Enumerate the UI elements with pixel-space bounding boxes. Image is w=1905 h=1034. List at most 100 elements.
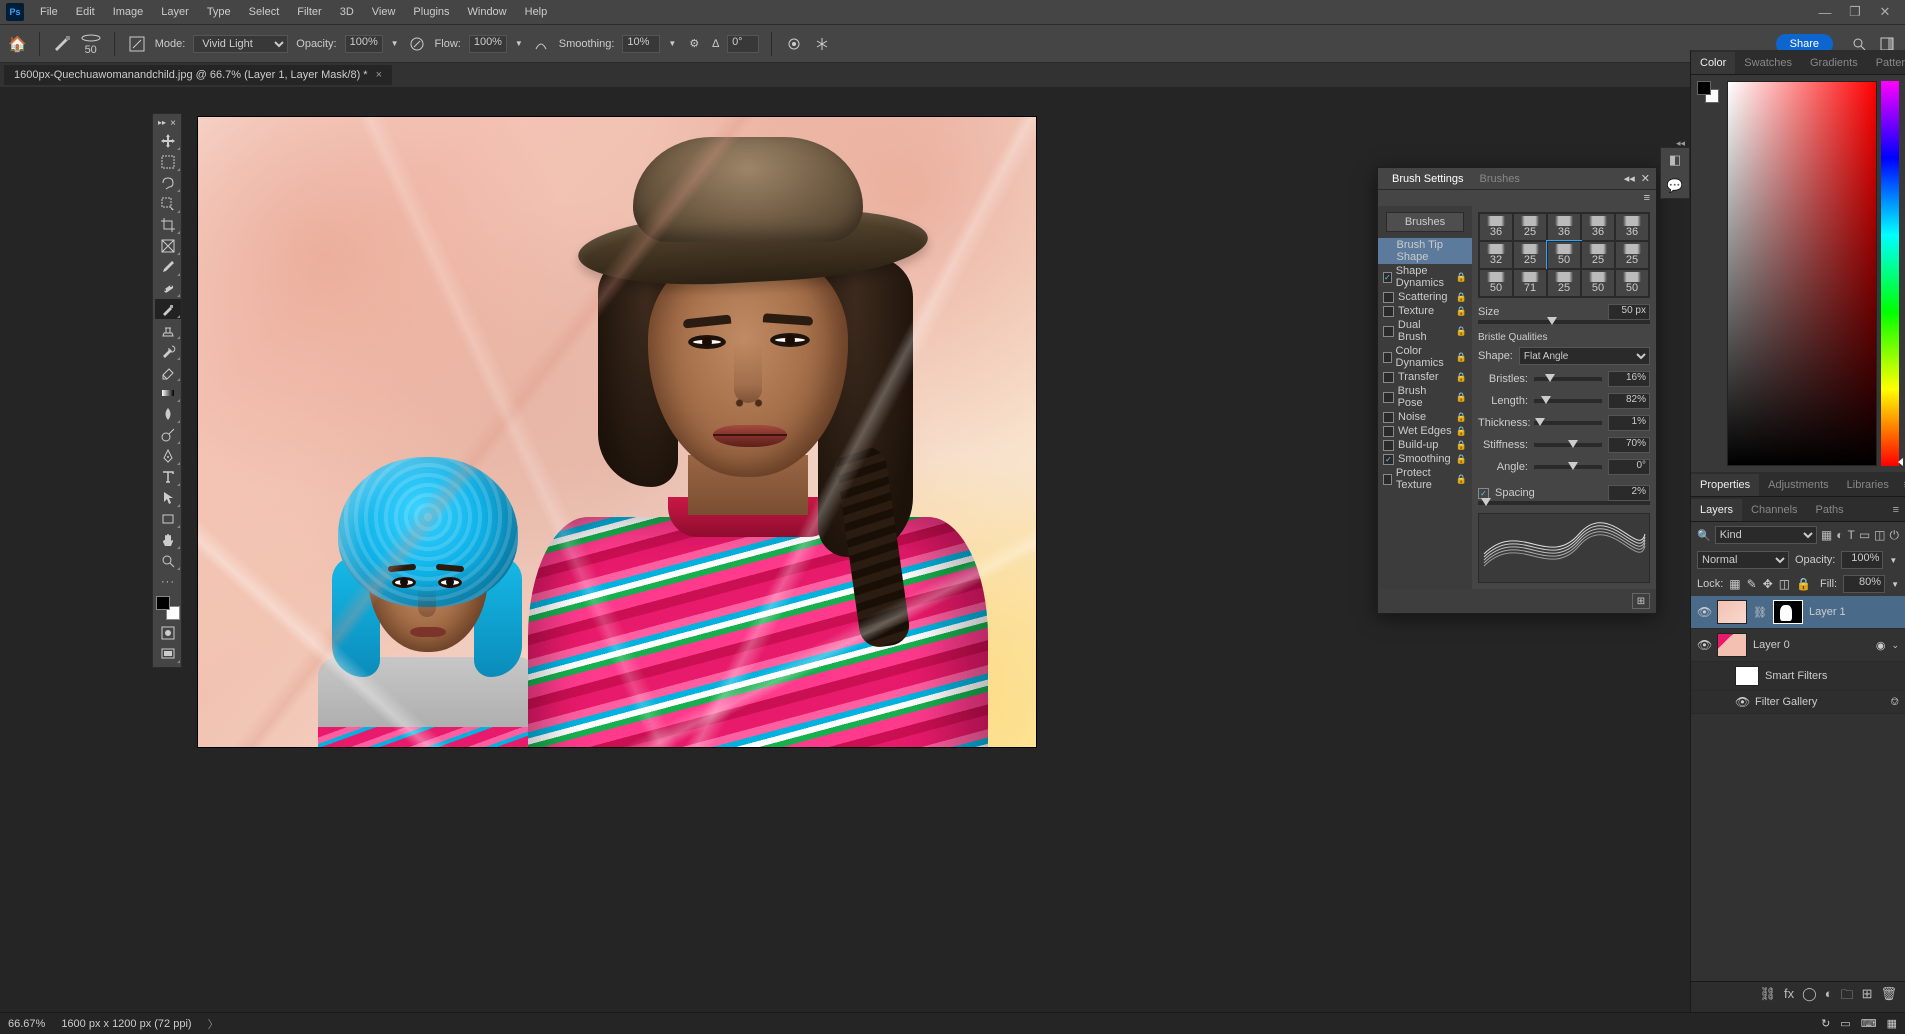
spacing-checkbox[interactable]: ✓	[1478, 488, 1489, 499]
toolbox-collapse-icon[interactable]: ▸▸	[158, 118, 166, 129]
spacing-value[interactable]: 2%	[1608, 485, 1650, 501]
window-close-button[interactable]: ✕	[1871, 1, 1899, 23]
flow-input[interactable]: 100%	[469, 35, 507, 53]
chevron-icon[interactable]: ⌄	[1891, 640, 1899, 651]
brush-settings-tab[interactable]: Brush Settings	[1384, 169, 1472, 189]
brushes-tab[interactable]: Brushes	[1472, 169, 1528, 189]
tab-channels[interactable]: Channels	[1742, 499, 1806, 521]
smart-filters-row[interactable]: Smart Filters	[1691, 662, 1905, 691]
type-tool[interactable]	[155, 467, 181, 487]
toolbox-close-icon[interactable]: ×	[170, 118, 176, 129]
menu-plugins[interactable]: Plugins	[405, 3, 457, 21]
filter-gallery-row[interactable]: 👁 Filter Gallery ⎊	[1691, 691, 1905, 714]
lock-all-icon[interactable]: 🔒	[1796, 577, 1811, 591]
zoom-tool[interactable]	[155, 551, 181, 571]
window-minimize-button[interactable]: —	[1811, 2, 1839, 23]
length-slider[interactable]	[1534, 399, 1602, 403]
collapsed-panel-icon[interactable]: ◧	[1669, 152, 1681, 168]
collapsed-panel-icon[interactable]: 💬	[1667, 178, 1683, 194]
mini-dock-expand-icon[interactable]: ◂◂	[1676, 138, 1685, 149]
bristles-slider[interactable]	[1534, 377, 1602, 381]
clone-stamp-tool[interactable]	[155, 320, 181, 340]
brush-size-slider[interactable]	[1478, 320, 1650, 324]
pressure-size-icon[interactable]	[784, 34, 804, 54]
layer-fill-input[interactable]: 80%	[1843, 575, 1885, 593]
eyedropper-tool[interactable]	[155, 257, 181, 277]
brush-angle-value[interactable]: 0°	[1608, 459, 1650, 475]
brush-angle-input[interactable]: 0°	[727, 35, 759, 53]
hue-slider[interactable]	[1881, 81, 1899, 466]
brush-opt-noise[interactable]: Noise🔒	[1378, 410, 1472, 424]
blur-tool[interactable]	[155, 404, 181, 424]
chevron-down-icon[interactable]: ▼	[1889, 556, 1897, 565]
marquee-tool[interactable]	[155, 152, 181, 172]
brushes-preset-button[interactable]: Brushes	[1386, 212, 1464, 232]
brush-angle-slider[interactable]	[1534, 465, 1602, 469]
layer-filter-smart-icon[interactable]: ◫	[1874, 528, 1885, 542]
tab-color[interactable]: Color	[1691, 52, 1735, 74]
quick-mask-button[interactable]	[155, 623, 181, 643]
brush-preset[interactable]: 50	[1615, 269, 1649, 297]
thickness-slider[interactable]	[1534, 421, 1602, 425]
layer-style-icon[interactable]: fx	[1784, 986, 1794, 1008]
brush-opt-texture[interactable]: Texture🔒	[1378, 304, 1472, 318]
brush-panel-close-icon[interactable]: ✕	[1641, 172, 1650, 185]
brush-opt-smoothing[interactable]: Smoothing🔒	[1378, 452, 1472, 466]
move-tool[interactable]	[155, 131, 181, 151]
brush-opt-wet-edges[interactable]: Wet Edges🔒	[1378, 424, 1472, 438]
screen-mode-button[interactable]	[155, 644, 181, 664]
tab-properties[interactable]: Properties	[1691, 474, 1759, 496]
window-restore-button[interactable]: ❐	[1841, 1, 1869, 23]
layers-panel-menu-icon[interactable]: ≡	[1887, 499, 1905, 521]
spacing-slider[interactable]	[1478, 501, 1650, 505]
bristles-value[interactable]: 16%	[1608, 371, 1650, 387]
layer-thumbnail[interactable]	[1717, 600, 1747, 624]
layer-filter-kind[interactable]: Kind	[1715, 526, 1817, 544]
brush-shape-select[interactable]: Flat Angle	[1519, 347, 1650, 365]
crop-tool[interactable]	[155, 215, 181, 235]
lock-artboard-icon[interactable]: ◫	[1779, 577, 1790, 591]
home-icon[interactable]: 🏠	[8, 35, 27, 53]
stiffness-value[interactable]: 70%	[1608, 437, 1650, 453]
brush-opt-brush-pose[interactable]: Brush Pose🔒	[1378, 384, 1472, 410]
lock-position-icon[interactable]: ✥	[1763, 577, 1773, 591]
brush-preset[interactable]: 36	[1547, 213, 1581, 241]
brush-preset[interactable]: 25	[1581, 241, 1615, 269]
brush-opt-color-dynamics[interactable]: Color Dynamics🔒	[1378, 344, 1472, 370]
opacity-dropdown-icon[interactable]: ▼	[391, 39, 399, 48]
layer-mask-thumbnail[interactable]	[1773, 600, 1803, 624]
gradient-tool[interactable]	[155, 383, 181, 403]
status-sync-icon[interactable]: ↻	[1821, 1017, 1830, 1030]
menu-image[interactable]: Image	[105, 3, 152, 21]
layer-thumbnail[interactable]	[1717, 633, 1747, 657]
document-tab-close-icon[interactable]: ×	[376, 69, 382, 81]
path-select-tool[interactable]	[155, 488, 181, 508]
layer-filter-adjust-icon[interactable]: ◐	[1836, 528, 1843, 542]
brush-size-field[interactable]: 50 px	[1608, 304, 1650, 320]
history-brush-tool[interactable]	[155, 341, 181, 361]
menu-file[interactable]: File	[32, 3, 66, 21]
brush-preset-picker[interactable]: 50	[80, 32, 102, 56]
smoothing-options-icon[interactable]: ⚙	[684, 34, 704, 54]
layer-filter-pixel-icon[interactable]: ▦	[1821, 528, 1832, 542]
smart-filter-mask-thumbnail[interactable]	[1735, 666, 1759, 686]
brush-preset[interactable]: 25	[1513, 213, 1547, 241]
pressure-opacity-icon[interactable]	[407, 34, 427, 54]
menu-filter[interactable]: Filter	[289, 3, 329, 21]
lock-image-icon[interactable]: ✎	[1747, 577, 1757, 591]
menu-help[interactable]: Help	[517, 3, 556, 21]
brush-opt-transfer[interactable]: Transfer🔒	[1378, 370, 1472, 384]
brush-opt-scattering[interactable]: Scattering🔒	[1378, 290, 1472, 304]
blend-mode-select[interactable]: Vivid Light	[193, 35, 288, 53]
visibility-toggle-icon[interactable]: 👁	[1697, 605, 1711, 619]
color-field-picker[interactable]	[1727, 81, 1877, 466]
new-group-icon[interactable]: 🗀	[1841, 986, 1854, 1008]
stiffness-slider[interactable]	[1534, 443, 1602, 447]
color-swatch-tool[interactable]	[155, 595, 181, 621]
menu-3d[interactable]: 3D	[332, 3, 362, 21]
document-canvas[interactable]	[198, 117, 1036, 747]
layer-item[interactable]: 👁 ⛓ Layer 1	[1691, 596, 1905, 629]
brush-preset[interactable]: 36	[1479, 213, 1513, 241]
layer-name[interactable]: Layer 0	[1753, 639, 1790, 651]
status-info-chevron-icon[interactable]: 〉	[208, 1016, 219, 1032]
